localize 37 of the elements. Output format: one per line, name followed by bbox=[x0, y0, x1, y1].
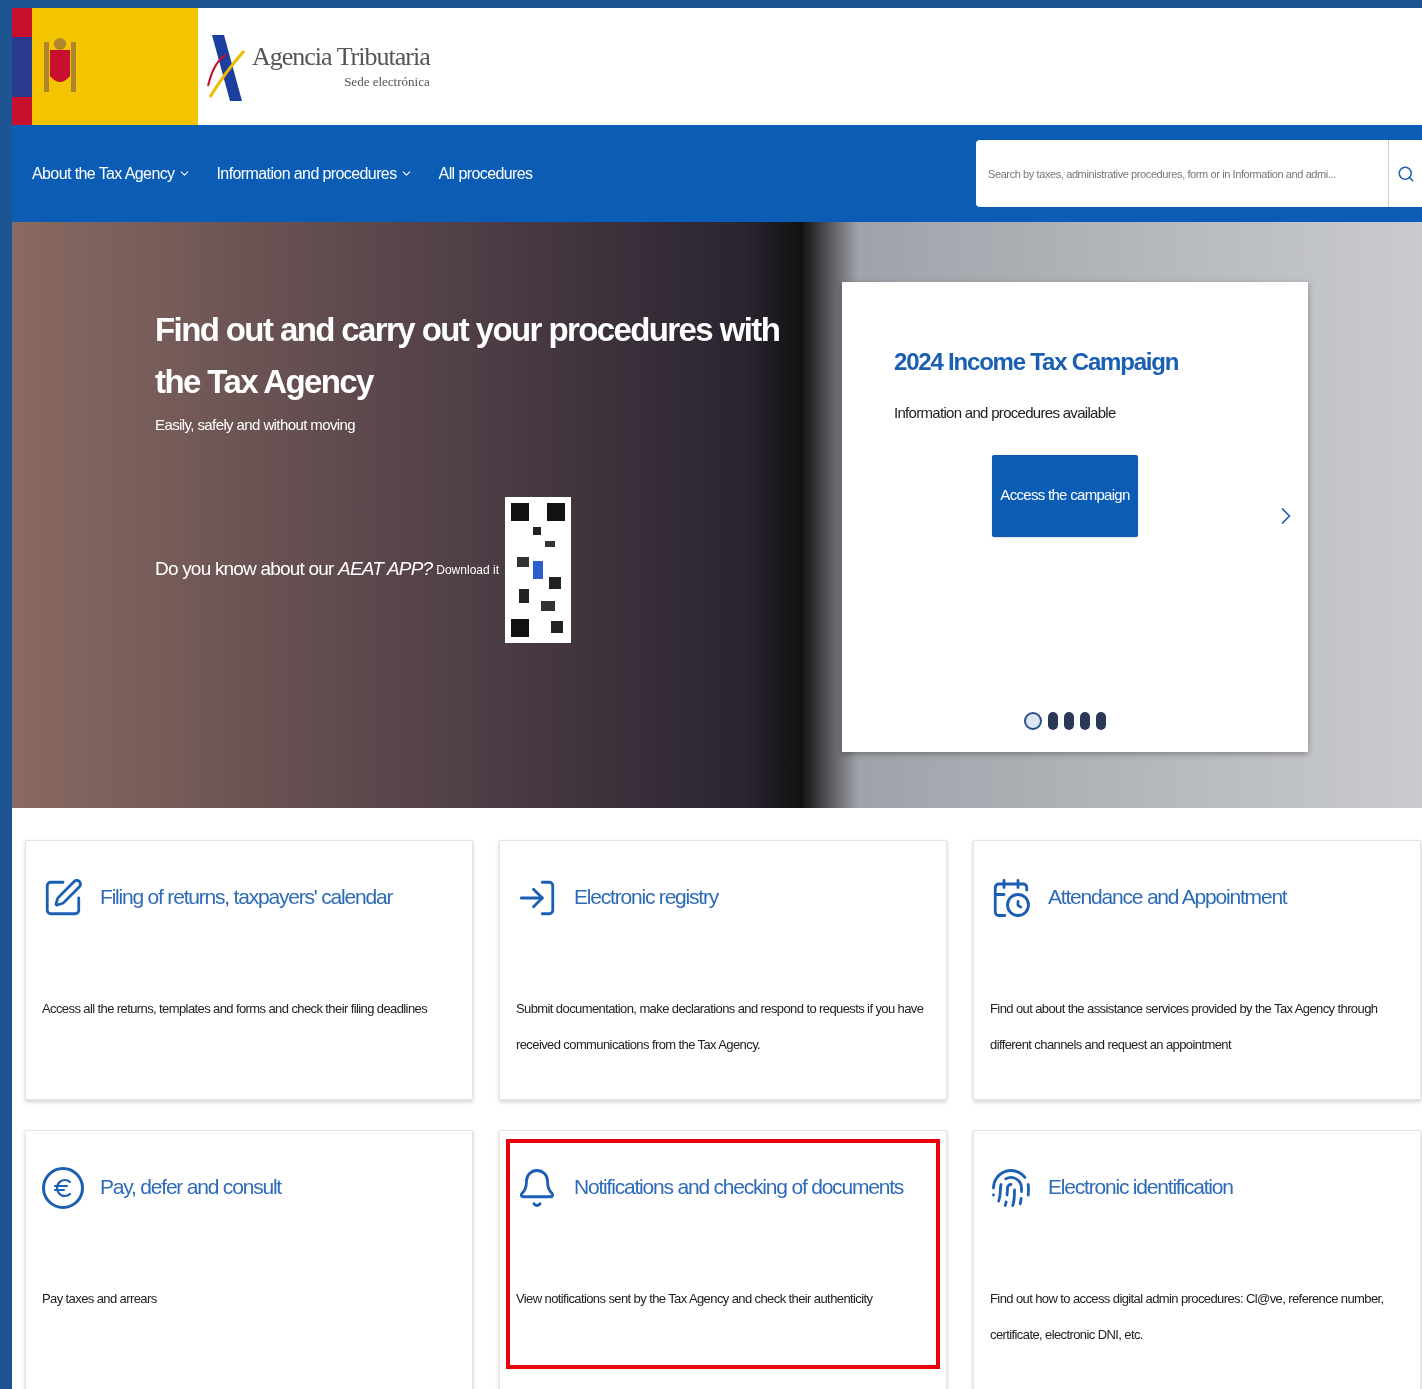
download-link[interactable]: Download it bbox=[436, 560, 499, 579]
logo-title: Agencia Tributaria bbox=[252, 41, 430, 72]
card-title: Electronic identification bbox=[1048, 1174, 1233, 1200]
card-title: Notifications and checking of documents bbox=[574, 1174, 904, 1200]
campaign-title: 2024 Income Tax Campaign bbox=[894, 347, 1180, 377]
campaign-text: Information and procedures available bbox=[894, 403, 1117, 423]
search-icon bbox=[1396, 164, 1415, 183]
campaign-button[interactable]: Access the campaign bbox=[992, 454, 1138, 537]
card-description: Find out about the assistance services provided by the Tax Agency through different channels and request an appointment bbox=[990, 1000, 1379, 1054]
service-card[interactable]: Electronic identification Find out how to access digital admin procedures: Cl@ve, reference number, certificate, electronic DNI, etc. bbox=[973, 1130, 1421, 1389]
card-description: Pay taxes and arrears bbox=[42, 1290, 158, 1308]
nav-link[interactable]: All procedures bbox=[438, 161, 533, 186]
flag-stripe-icon bbox=[12, 8, 32, 125]
card-title: Electronic registry bbox=[574, 884, 719, 910]
card-description: View notifications sent by the Tax Agency and check their authenticity bbox=[516, 1290, 874, 1308]
card-description: Submit documentation, make declarations and respond to requests if you have received communications from the Tax Agency. bbox=[516, 1000, 925, 1054]
fingerprint-icon bbox=[990, 1167, 1032, 1209]
card-description: Access all the returns, templates and forms and check their filing deadlines bbox=[42, 1000, 429, 1018]
search-button[interactable] bbox=[1388, 140, 1422, 207]
nav-link[interactable]: Information and procedures bbox=[216, 161, 413, 186]
service-card[interactable]: Attendance and Appointment Find out about the assistance services provided by the Tax Agency through different channels and request an appointment bbox=[973, 840, 1421, 1100]
service-card[interactable]: Pay, defer and consult Pay taxes and arrears bbox=[25, 1130, 473, 1389]
qr-code-icon bbox=[505, 496, 571, 643]
hero-title: Find out and carry out your procedures with the Tax Agency bbox=[155, 310, 781, 402]
logo-subtitle: Sede electrónica bbox=[344, 72, 430, 91]
euro-icon bbox=[42, 1167, 84, 1209]
service-card[interactable]: Filing of returns, taxpayers' calendar Access all the returns, templates and forms and check their filing deadlines bbox=[25, 840, 473, 1100]
search-field[interactable]: Search by taxes, administrative procedures, form or in Information and admi... bbox=[976, 140, 1388, 207]
app-prompt: Do you know about our AEAT APP? bbox=[155, 557, 433, 582]
card-title: Attendance and Appointment bbox=[1048, 884, 1287, 910]
hero-subtitle: Easily, safely and without moving bbox=[155, 415, 357, 435]
service-card[interactable]: Notifications and checking of documents View notifications sent by the Tax Agency and check their authenticity bbox=[499, 1130, 947, 1389]
card-description: Find out how to access digital admin procedures: Cl@ve, reference number, certificate, electronic DNI, etc. bbox=[990, 1290, 1385, 1344]
card-title: Pay, defer and consult bbox=[100, 1174, 281, 1200]
card-title: Filing of returns, taxpayers' calendar bbox=[100, 884, 393, 910]
service-card[interactable]: Electronic registry Submit documentation, make declarations and respond to requests if you have received communications from the Tax Agency. bbox=[499, 840, 947, 1100]
nav-link[interactable]: About the Tax Agency bbox=[32, 161, 191, 186]
